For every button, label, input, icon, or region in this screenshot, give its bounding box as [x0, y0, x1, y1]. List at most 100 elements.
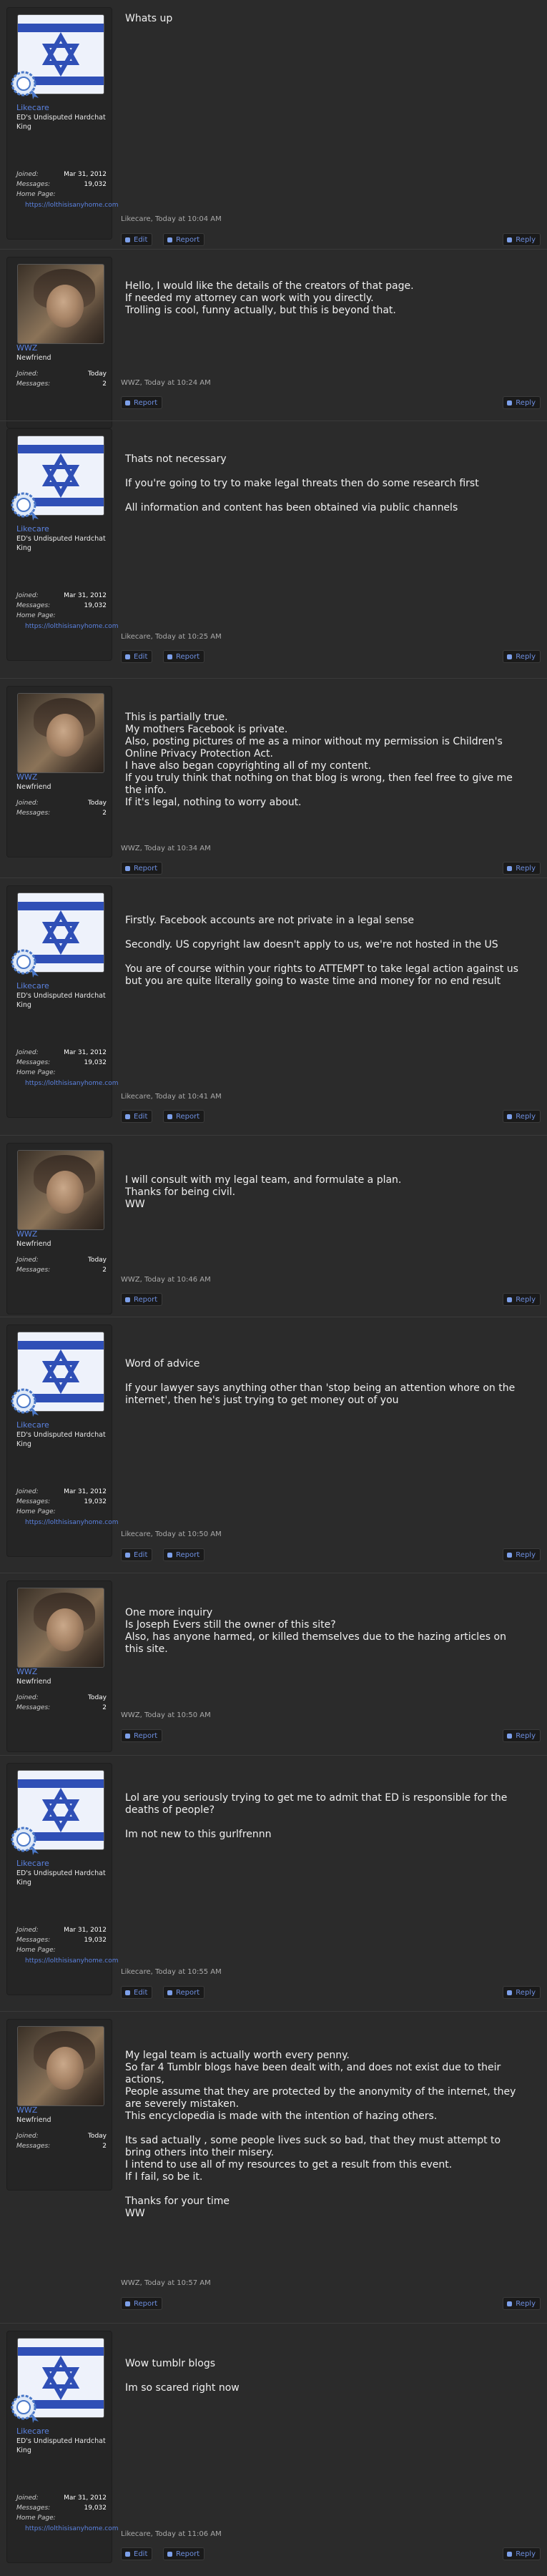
- username-link[interactable]: WWZ: [16, 343, 37, 353]
- stat-row: Messages: 19,032: [16, 181, 107, 191]
- username-link[interactable]: WWZ: [16, 1667, 37, 1676]
- edit-button[interactable]: Edit: [121, 233, 153, 246]
- post: Likecare ED's Undisputed Hardchat King Joi…: [0, 421, 547, 678]
- homepage-link[interactable]: https://lolthisisanyhome.com: [16, 2525, 119, 2534]
- username-link[interactable]: Likecare: [16, 103, 49, 112]
- avatar-face: [46, 1171, 84, 1214]
- stat-value: 19,032: [84, 1498, 107, 1505]
- edit-button[interactable]: Edit: [121, 2547, 153, 2560]
- user-title: Newfriend: [16, 783, 51, 791]
- message-body: Lol are you seriously trying to get me t…: [125, 1792, 526, 1841]
- stat-row: Messages: 2: [16, 1704, 107, 1714]
- avatar-face: [46, 1608, 84, 1651]
- avatar[interactable]: [17, 2026, 104, 2106]
- homepage-link[interactable]: https://lolthisisanyhome.com: [16, 1957, 119, 1966]
- edit-button[interactable]: Edit: [121, 1548, 153, 1561]
- homepage-link[interactable]: https://lolthisisanyhome.com: [16, 622, 119, 631]
- stat-value: Today: [87, 1257, 107, 1264]
- homepage-label-text: Home Page:: [16, 2514, 56, 2522]
- edit-button[interactable]: Edit: [121, 1986, 153, 1999]
- report-button[interactable]: Report: [163, 650, 205, 663]
- report-icon: [125, 866, 130, 871]
- report-button[interactable]: Report: [121, 862, 163, 875]
- homepage-link[interactable]: https://lolthisisanyhome.com: [16, 201, 119, 210]
- report-label: Report: [134, 399, 158, 407]
- stat-row: Joined: Today: [16, 800, 107, 810]
- reply-button[interactable]: Reply: [503, 1986, 541, 1999]
- post-meta: WWZ, Today at 10:57 AM: [121, 2279, 211, 2287]
- reply-icon: [507, 1734, 513, 1739]
- edit-button[interactable]: Edit: [121, 1110, 153, 1123]
- stat-row: Joined: Mar 31, 2012: [16, 2494, 107, 2504]
- reply-button[interactable]: Reply: [503, 1293, 541, 1306]
- edit-button[interactable]: Edit: [121, 650, 153, 663]
- post: WWZ Newfriend Joined: Today Messages: 2 I will…: [0, 1135, 547, 1317]
- thread: Likecare ED's Undisputed Hardchat King Joi…: [0, 0, 547, 2576]
- username-link[interactable]: Likecare: [16, 524, 49, 534]
- stat-row: Messages: 19,032: [16, 1937, 107, 1947]
- report-button[interactable]: Report: [163, 1548, 205, 1561]
- homepage-label-text: Home Page:: [16, 1508, 56, 1515]
- username-link[interactable]: WWZ: [16, 2105, 37, 2115]
- stat-label: Joined:: [16, 1927, 39, 1934]
- edit-label: Edit: [134, 1989, 148, 1997]
- reply-button[interactable]: Reply: [503, 1110, 541, 1123]
- post-meta: WWZ, Today at 10:50 AM: [121, 1711, 211, 1719]
- report-label: Report: [176, 653, 200, 661]
- report-button[interactable]: Report: [121, 1729, 163, 1742]
- report-button[interactable]: Report: [163, 1110, 205, 1123]
- message-text: I will consult with my legal team, and f…: [125, 1174, 402, 1210]
- homepage-label: Home Page:: [16, 191, 107, 201]
- report-button[interactable]: Report: [121, 2297, 163, 2310]
- post-meta: Likecare, Today at 10:04 AM: [121, 215, 222, 223]
- homepage-link[interactable]: https://lolthisisanyhome.com: [16, 1518, 119, 1528]
- message-text: Wow tumblr blogs Im so scared right now: [125, 2358, 240, 2394]
- post-meta: WWZ, Today at 10:46 AM: [121, 1276, 211, 1284]
- reply-button[interactable]: Reply: [503, 233, 541, 246]
- reply-button[interactable]: Reply: [503, 1729, 541, 1742]
- message-text: Thats not necessary If you're going to t…: [125, 453, 479, 513]
- stat-value: 19,032: [84, 1059, 107, 1066]
- homepage-link[interactable]: https://lolthisisanyhome.com: [16, 1079, 119, 1088]
- avatar[interactable]: [17, 1588, 104, 1668]
- reply-button[interactable]: Reply: [503, 396, 541, 409]
- reply-button[interactable]: Reply: [503, 862, 541, 875]
- message-body: One more inquiry Is Joseph Evers still t…: [125, 1607, 526, 1656]
- username-link[interactable]: Likecare: [16, 1420, 49, 1430]
- reply-label: Reply: [516, 1732, 536, 1740]
- report-button[interactable]: Report: [121, 396, 163, 409]
- report-icon: [167, 2552, 172, 2557]
- stat-value: 2: [102, 1704, 107, 1711]
- username-link[interactable]: WWZ: [16, 1229, 37, 1239]
- avatar[interactable]: [17, 264, 104, 344]
- reply-button[interactable]: Reply: [503, 1548, 541, 1561]
- stat-value: Mar 31, 2012: [64, 1927, 107, 1934]
- report-button[interactable]: Report: [163, 1986, 205, 1999]
- stat-row: Messages: 2: [16, 1267, 107, 1277]
- report-button[interactable]: Report: [163, 233, 205, 246]
- homepage-label: Home Page:: [16, 2514, 107, 2525]
- reply-button[interactable]: Reply: [503, 2297, 541, 2310]
- reply-button[interactable]: Reply: [503, 2547, 541, 2560]
- avatar[interactable]: [17, 693, 104, 773]
- username-link[interactable]: Likecare: [16, 981, 49, 990]
- stat-row: Messages: 2: [16, 810, 107, 820]
- reply-button[interactable]: Reply: [503, 650, 541, 663]
- avatar[interactable]: [17, 1150, 104, 1230]
- message-text: Whats up: [125, 13, 173, 24]
- message-text: My legal team is actually worth every pe…: [125, 2050, 516, 2219]
- homepage-label: Home Page:: [16, 1947, 107, 1957]
- stat-value: Mar 31, 2012: [64, 1488, 107, 1495]
- stat-row: Joined: Mar 31, 2012: [16, 1049, 107, 1059]
- stat-value: Mar 31, 2012: [64, 171, 107, 178]
- user-info-panel: Likecare ED's Undisputed Hardchat King Joi…: [6, 1324, 119, 1557]
- username-link[interactable]: Likecare: [16, 2427, 49, 2436]
- report-label: Report: [176, 2550, 200, 2558]
- report-button[interactable]: Report: [121, 1293, 163, 1306]
- username-link[interactable]: Likecare: [16, 1859, 49, 1868]
- username-link[interactable]: WWZ: [16, 772, 37, 782]
- reply-icon: [507, 654, 513, 659]
- avatar-face: [46, 714, 84, 757]
- report-button[interactable]: Report: [163, 2547, 205, 2560]
- stat-value: Today: [87, 1694, 107, 1701]
